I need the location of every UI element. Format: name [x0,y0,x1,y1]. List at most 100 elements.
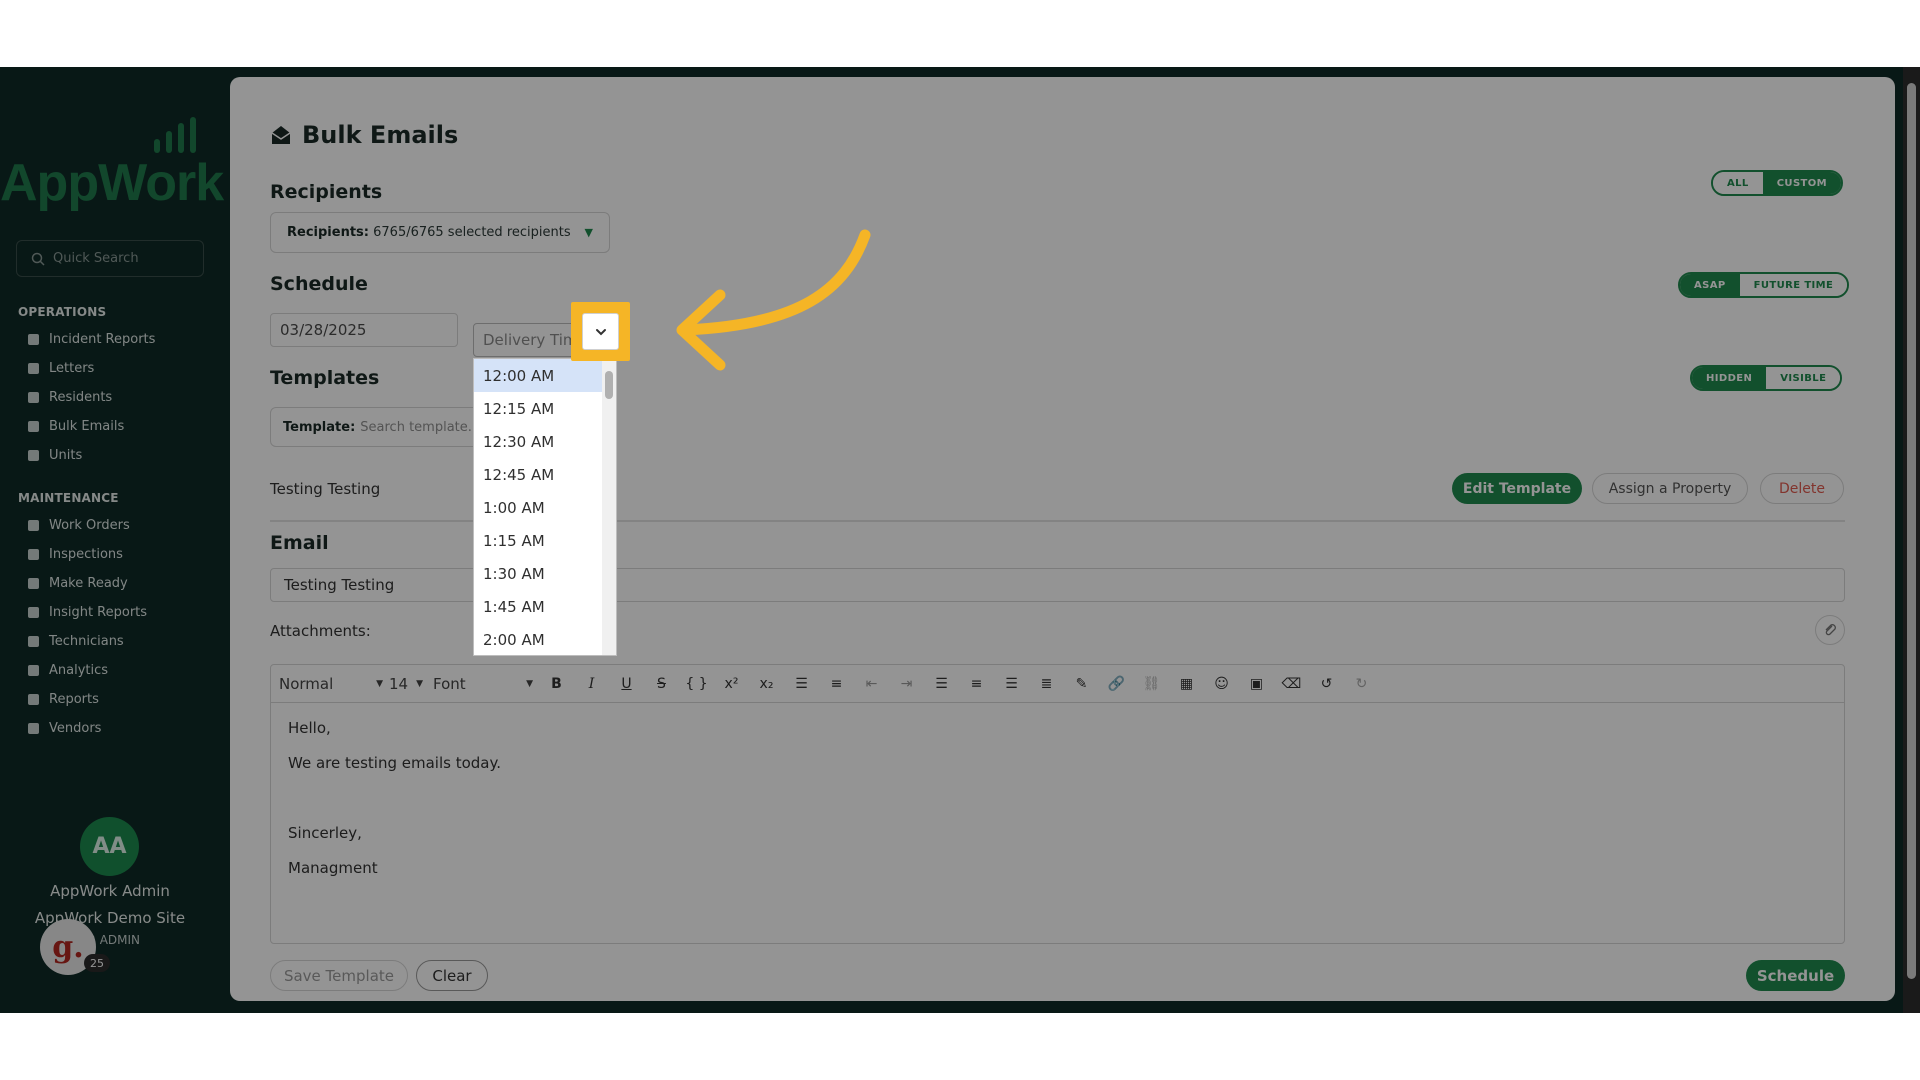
clear-button[interactable]: Clear [416,960,488,991]
sidebar-item-inspections[interactable]: Inspections [28,544,123,564]
sidebar-item-insight-reports[interactable]: Insight Reports [28,602,147,622]
chart-icon [28,664,39,676]
sidebar-item-label: Technicians [49,633,124,649]
sidebar-item-work-orders[interactable]: Work Orders [28,515,130,535]
template-search[interactable]: Template: Search template... [270,407,500,447]
page-scroll-thumb[interactable] [1907,83,1916,979]
strikethrough-icon[interactable]: S [644,671,679,697]
toggle-asap[interactable]: ASAP [1680,274,1740,296]
emoji-icon[interactable]: ☺ [1204,671,1239,697]
recipients-heading: Recipients [270,181,383,203]
align-justify-icon[interactable]: ≣ [1029,671,1064,697]
sidebar-item-technicians[interactable]: Technicians [28,631,124,651]
undo-icon[interactable]: ↺ [1309,671,1344,697]
schedule-toggle[interactable]: ASAP FUTURE TIME [1678,272,1850,298]
time-option[interactable]: 1:15 AM [474,524,616,557]
template-placeholder: Search template... [360,419,481,435]
paragraph-style-select[interactable]: Normal ▼ [279,671,389,697]
toggle-future-time[interactable]: FUTURE TIME [1739,274,1848,296]
toggle-all[interactable]: ALL [1713,172,1763,194]
user-site: AppWork Demo Site [34,909,186,927]
sidebar-item-label: Inspections [49,546,123,562]
toggle-hidden[interactable]: HIDDEN [1692,367,1767,389]
insert-table-icon[interactable]: ▦ [1169,671,1204,697]
section-maintenance: MAINTENANCE [18,491,119,505]
templates-toggle[interactable]: HIDDEN VISIBLE [1690,365,1843,391]
font-size-select[interactable]: 14 ▼ [389,671,429,697]
page-scrollbar[interactable] [1903,67,1920,1013]
clipboard-icon [28,548,39,560]
avatar[interactable]: AA [80,817,139,876]
time-option[interactable]: 1:00 AM [474,491,616,524]
app-logo[interactable]: AppWork [0,117,226,212]
time-option[interactable]: 2:00 AM [474,623,616,655]
time-option[interactable]: 1:45 AM [474,590,616,623]
templates-heading: Templates [270,367,380,389]
user-name: AppWork Admin [50,882,170,900]
indent-icon[interactable]: ⇥ [889,671,924,697]
align-left-icon[interactable]: ☰ [924,671,959,697]
pointer-arrow-icon [676,229,871,371]
numbered-list-icon[interactable]: ≡ [819,671,854,697]
time-option[interactable]: 12:15 AM [474,392,616,425]
recipients-toggle[interactable]: ALL CUSTOM [1711,170,1844,196]
eraser-icon[interactable]: ⌫ [1274,671,1309,697]
helmet-icon [28,635,39,647]
insert-image-icon[interactable]: ▣ [1239,671,1274,697]
bullet-list-icon[interactable]: ☰ [784,671,819,697]
italic-icon[interactable]: I [574,671,609,697]
font-family-select[interactable]: Font ▼ [429,671,539,697]
sidebar-item-analytics[interactable]: Analytics [28,660,108,680]
subscript-icon[interactable]: x₂ [749,671,784,697]
sidebar-item-label: Letters [49,360,95,376]
dropdown-scrollbar[interactable] [602,359,616,655]
recipients-value: 6765/6765 selected recipients [373,225,571,240]
sidebar-item-residents[interactable]: Residents [28,387,112,407]
sidebar-item-reports[interactable]: Reports [28,689,99,709]
recipients-select[interactable]: Recipients: 6765/6765 selected recipient… [270,212,610,253]
link-icon[interactable]: 🔗 [1099,671,1134,697]
unlink-icon[interactable]: ⛓ [1134,671,1169,697]
redo-icon[interactable]: ↻ [1344,671,1379,697]
code-icon[interactable]: { } [679,671,714,697]
time-option[interactable]: 12:30 AM [474,425,616,458]
outdent-icon[interactable]: ⇤ [854,671,889,697]
sidebar-item-label: Incident Reports [49,331,156,347]
sidebar-item-bulk-emails[interactable]: Bulk Emails [28,416,124,436]
email-editor[interactable]: Normal ▼ 14 ▼ Font ▼ B I U S { } x² x₂ ☰ ≡ … [270,664,1845,944]
align-center-icon[interactable]: ≡ [959,671,994,697]
assign-property-button[interactable]: Assign a Property [1592,473,1748,504]
quick-search-input[interactable]: Quick Search [16,240,204,277]
box-icon [28,577,39,589]
envelope-open-icon [271,126,291,144]
file-icon [28,693,39,705]
schedule-date-input[interactable]: 03/28/2025 [270,313,458,347]
sidebar-item-incident-reports[interactable]: Incident Reports [28,329,155,349]
toggle-custom[interactable]: CUSTOM [1762,172,1842,194]
time-option[interactable]: 1:30 AM [474,557,616,590]
time-option[interactable]: 12:45 AM [474,458,616,491]
time-option[interactable]: 12:00 AM [474,359,616,392]
sidebar-item-make-ready[interactable]: Make Ready [28,573,128,593]
attach-button[interactable] [1815,615,1845,645]
editor-line: We are testing emails today. [288,754,501,772]
save-template-button[interactable]: Save Template [270,960,408,991]
sidebar-item-label: Residents [49,389,113,405]
toggle-visible[interactable]: VISIBLE [1766,367,1841,389]
user-role: ER ADMIN [79,933,141,947]
schedule-button[interactable]: Schedule [1746,960,1845,991]
sidebar-item-letters[interactable]: Letters [28,358,94,378]
size-value: 14 [389,674,409,693]
text-color-icon[interactable]: ✎ [1064,671,1099,697]
edit-template-button[interactable]: Edit Template [1452,473,1582,504]
align-right-icon[interactable]: ☰ [994,671,1029,697]
superscript-icon[interactable]: x² [714,671,749,697]
sidebar-item-vendors[interactable]: Vendors [28,718,101,738]
delivery-time-toggle-button[interactable] [582,313,619,350]
underline-icon[interactable]: U [609,671,644,697]
bold-icon[interactable]: B [539,671,574,697]
delete-template-button[interactable]: Delete [1760,473,1844,504]
dropdown-scroll-thumb[interactable] [605,371,613,399]
delivery-time-dropdown[interactable]: 12:00 AM 12:15 AM 12:30 AM 12:45 AM 1:00… [473,358,617,656]
sidebar-item-units[interactable]: Units [28,445,82,465]
